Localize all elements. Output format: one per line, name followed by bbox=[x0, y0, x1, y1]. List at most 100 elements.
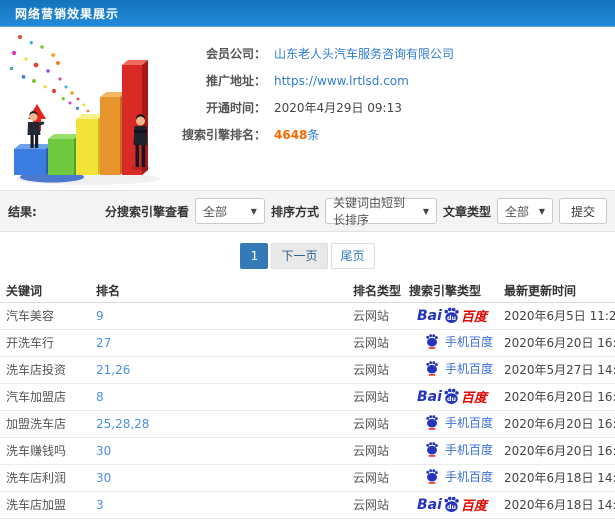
baidu-pc-logo: Bai du 百度 bbox=[417, 495, 487, 515]
sort-selected: 关键词由短到长排序 bbox=[332, 196, 405, 227]
baidu-paw-icon bbox=[426, 415, 438, 430]
baidu-mobile-logo: 手机百度 bbox=[425, 414, 493, 431]
page-button-1[interactable]: 1 bbox=[240, 242, 269, 269]
next-page-button[interactable]: 下一页 bbox=[271, 242, 328, 269]
table-row: 洗车店加盟 3 云网站 Bai du 百度 2020年6月18日 14:30 bbox=[0, 491, 615, 519]
baidu-logo-cn-text: 百度 bbox=[460, 499, 487, 514]
promo-url-link[interactable]: https://www.lrtlsd.com bbox=[274, 74, 409, 88]
page-title: 网络营销效果展示 bbox=[15, 6, 120, 21]
rank-type-cell: 云网站 bbox=[353, 417, 390, 431]
rank-type-cell: 云网站 bbox=[353, 363, 390, 377]
keyword-cell: 汽车加盟店 bbox=[6, 390, 67, 404]
last-page-button[interactable]: 尾页 bbox=[330, 242, 375, 269]
col-header-keyword: 关键词 bbox=[0, 279, 90, 303]
table-row: 汽车加盟店 8 云网站 Bai du 百度 2020年6月20日 16:12 bbox=[0, 383, 615, 411]
rank-link[interactable]: 27 bbox=[96, 336, 111, 350]
updated-time-cell: 2020年5月27日 14:58 bbox=[504, 363, 615, 377]
table-body: 汽车美容 9 云网站 Bai du 百度 2020年6月5日 11:24 开洗车… bbox=[0, 302, 615, 519]
keyword-cell: 洗车店利润 bbox=[6, 471, 67, 485]
baidu-logo-cn-text: 百度 bbox=[460, 310, 487, 325]
info-row-rank-count: 搜索引擎排名： 4648条 bbox=[178, 121, 454, 148]
article-type-select[interactable]: 全部 ▼ bbox=[496, 198, 553, 224]
mobile-baidu-label: 手机百度 bbox=[445, 335, 494, 349]
baidu-pc-logo: Bai du 百度 bbox=[417, 387, 487, 407]
baidu-pc-logo: Bai du 百度 bbox=[417, 306, 487, 326]
keyword-cell: 洗车店投资 bbox=[6, 363, 67, 377]
baidu-mobile-logo: 手机百度 bbox=[425, 468, 493, 485]
baidu-paw-icon bbox=[426, 334, 438, 349]
table-row: 洗车店投资 21,26 云网站 手机百度 2020年5月27日 14:58 bbox=[0, 356, 615, 384]
updated-time-cell: 2020年6月20日 16:12 bbox=[504, 444, 615, 458]
rank-link[interactable]: 8 bbox=[96, 390, 104, 404]
rank-link[interactable]: 25,28,28 bbox=[96, 417, 149, 431]
mobile-baidu-label: 手机百度 bbox=[445, 416, 494, 430]
keyword-cell: 洗车赚钱吗 bbox=[6, 444, 67, 458]
svg-text:du: du bbox=[447, 314, 456, 322]
table-header-row: 关键词 排名 排名类型 搜索引擎类型 最新更新时间 bbox=[0, 279, 615, 303]
col-header-rank-type: 排名类型 bbox=[345, 279, 405, 303]
account-info-list: 会员公司： 山东老人头汽车服务咨询有限公司 推广地址： https://www.… bbox=[178, 27, 454, 190]
bar-chart-clipart-image bbox=[0, 27, 178, 190]
results-label: 结果: bbox=[8, 204, 37, 219]
sort-select[interactable]: 关键词由短到长排序 ▼ bbox=[324, 196, 437, 227]
svg-text:du: du bbox=[447, 395, 456, 403]
updated-time-cell: 2020年6月18日 14:27 bbox=[504, 471, 615, 485]
keyword-cell: 加盟洗车店 bbox=[6, 417, 67, 431]
rank-link[interactable]: 30 bbox=[96, 444, 111, 458]
baidu-logo-bai-text: Bai bbox=[417, 496, 442, 513]
updated-time-cell: 2020年6月20日 16:16 bbox=[504, 336, 615, 350]
baidu-logo-bai-text: Bai bbox=[417, 388, 442, 405]
col-header-rank: 排名 bbox=[90, 279, 345, 303]
company-label: 会员公司： bbox=[205, 47, 266, 61]
baidu-mobile-logo: 手机百度 bbox=[425, 441, 493, 458]
company-link[interactable]: 山东老人头汽车服务咨询有限公司 bbox=[274, 45, 454, 62]
baidu-paw-icon bbox=[426, 361, 438, 376]
table-row: 开洗车行 27 云网站 手机百度 2020年6月20日 16:16 bbox=[0, 329, 615, 357]
mobile-baidu-label: 手机百度 bbox=[445, 470, 494, 484]
col-header-updated: 最新更新时间 bbox=[500, 279, 615, 303]
ranking-table: 关键词 排名 排名类型 搜索引擎类型 最新更新时间 汽车美容 9 云网站 Bai… bbox=[0, 279, 615, 519]
baidu-paw-icon: du bbox=[444, 388, 459, 404]
rank-count: 4648 bbox=[274, 128, 308, 142]
keyword-cell: 开洗车行 bbox=[6, 336, 55, 350]
rank-type-cell: 云网站 bbox=[353, 444, 390, 458]
rank-link[interactable]: 3 bbox=[96, 498, 104, 512]
baidu-paw-icon: du bbox=[444, 496, 459, 512]
updated-time-cell: 2020年6月20日 16:11 bbox=[504, 417, 615, 431]
promo-url-label: 推广地址： bbox=[205, 74, 266, 88]
baidu-logo-bai-text: Bai bbox=[417, 307, 442, 324]
col-header-engine-type: 搜索引擎类型 bbox=[405, 279, 500, 303]
rank-link[interactable]: 21,26 bbox=[96, 363, 130, 377]
filter-controls: 分搜索引擎查看 全部 ▼ 排序方式 关键词由短到长排序 ▼ 文章类型 全部 ▼ … bbox=[104, 196, 607, 227]
baidu-paw-icon bbox=[426, 442, 438, 457]
open-time-label: 开通时间： bbox=[205, 101, 266, 115]
chevron-down-icon: ▼ bbox=[422, 206, 429, 216]
mobile-baidu-label: 手机百度 bbox=[445, 443, 494, 457]
rank-type-cell: 云网站 bbox=[353, 309, 390, 323]
rank-type-cell: 云网站 bbox=[353, 336, 390, 350]
rank-unit: 条 bbox=[307, 128, 320, 142]
engine-rank-label: 搜索引擎排名： bbox=[181, 128, 266, 142]
info-row-url: 推广地址： https://www.lrtlsd.com bbox=[178, 67, 454, 94]
filter-bar: 结果: 分搜索引擎查看 全部 ▼ 排序方式 关键词由短到长排序 ▼ 文章类型 全… bbox=[0, 190, 615, 232]
rank-link[interactable]: 9 bbox=[96, 309, 104, 323]
svg-text:du: du bbox=[447, 503, 456, 511]
sort-label: 排序方式 bbox=[270, 204, 319, 219]
chevron-down-icon: ▼ bbox=[250, 206, 257, 216]
baidu-paw-icon bbox=[426, 469, 438, 484]
engine-view-label: 分搜索引擎查看 bbox=[104, 204, 189, 219]
baidu-paw-icon: du bbox=[444, 307, 459, 323]
table-row: 汽车美容 9 云网站 Bai du 百度 2020年6月5日 11:24 bbox=[0, 302, 615, 330]
info-row-company: 会员公司： 山东老人头汽车服务咨询有限公司 bbox=[178, 40, 454, 67]
keyword-cell: 汽车美容 bbox=[6, 309, 55, 323]
baidu-mobile-logo: 手机百度 bbox=[425, 360, 493, 377]
app-header: 网络营销效果展示 bbox=[0, 0, 615, 27]
rank-type-cell: 云网站 bbox=[353, 498, 390, 512]
mobile-baidu-label: 手机百度 bbox=[445, 362, 494, 376]
table-row: 加盟洗车店 25,28,28 云网站 手机百度 2020年6月20日 16:11 bbox=[0, 410, 615, 438]
updated-time-cell: 2020年6月20日 16:12 bbox=[504, 390, 615, 404]
rank-link[interactable]: 30 bbox=[96, 471, 111, 485]
engine-view-select[interactable]: 全部 ▼ bbox=[194, 198, 265, 224]
rank-type-cell: 云网站 bbox=[353, 471, 390, 485]
submit-button[interactable]: 提交 bbox=[558, 198, 607, 224]
